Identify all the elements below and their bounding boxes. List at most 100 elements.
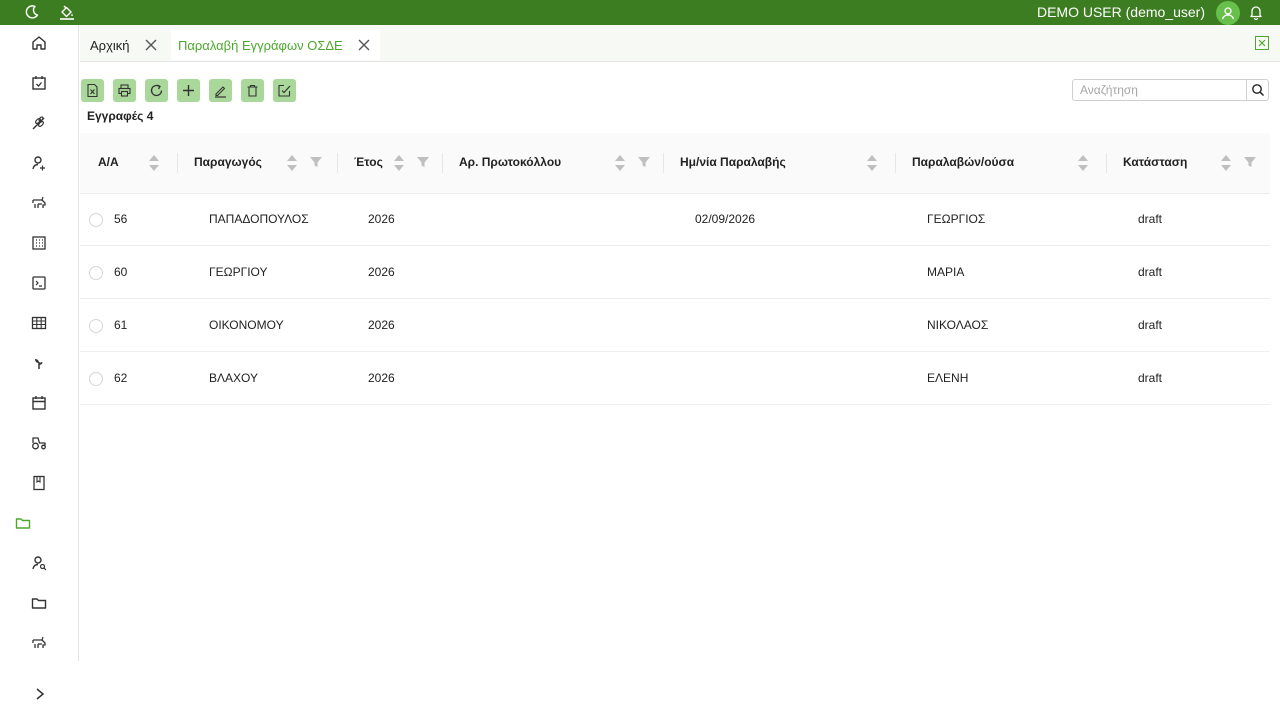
- column-header-aa[interactable]: Α/Α: [80, 133, 178, 194]
- export-excel-button[interactable]: [81, 79, 104, 102]
- cell-aa: 56: [114, 212, 128, 226]
- sidebar-item-user[interactable]: [24, 151, 54, 175]
- sidebar-item-building[interactable]: [24, 231, 54, 255]
- tab-bar: Αρχική Παραλαβή Εγγράφων ΟΣΔΕ: [80, 25, 1280, 62]
- sidebar-item-tractor[interactable]: [24, 431, 54, 455]
- column-header-year[interactable]: Έτος: [338, 133, 443, 194]
- terminal-icon: [32, 276, 46, 290]
- edit-icon: [215, 86, 226, 98]
- confirm-edit-button[interactable]: [273, 79, 296, 102]
- row-select-radio[interactable]: [89, 266, 103, 280]
- close-icon[interactable]: [144, 38, 158, 52]
- sidebar-item-home[interactable]: [24, 31, 54, 55]
- column-label: Παραλαβών/ούσα: [912, 155, 1015, 169]
- filter-icon[interactable]: [637, 155, 651, 169]
- column-header-status[interactable]: Κατάσταση: [1107, 133, 1270, 194]
- cell-recipient: ΕΛΕΝΗ: [927, 371, 969, 385]
- folder-icon: [15, 518, 31, 529]
- sidebar-item-calendar[interactable]: [24, 391, 54, 415]
- sidebar-expand-button[interactable]: [28, 683, 52, 705]
- tab-document-receipt[interactable]: Παραλαβή Εγγράφων ΟΣΔΕ: [171, 30, 380, 60]
- sidebar-item-animal-2[interactable]: [24, 631, 54, 655]
- add-icon: [183, 85, 194, 96]
- close-icon[interactable]: [357, 38, 371, 52]
- animal-icon: [32, 196, 46, 208]
- sidebar-item-plant[interactable]: [24, 351, 54, 375]
- search-icon: [1251, 84, 1264, 97]
- sidebar-item-animal[interactable]: [24, 191, 54, 215]
- sidebar: [0, 25, 79, 661]
- sidebar-item-table[interactable]: [24, 311, 54, 335]
- sidebar-item-folder-active[interactable]: [8, 511, 38, 535]
- sort-icon[interactable]: [614, 152, 626, 174]
- filter-icon[interactable]: [416, 155, 430, 169]
- search-button[interactable]: [1246, 80, 1268, 100]
- column-label: Ημ/νία Παραλαβής: [680, 155, 786, 169]
- print-button[interactable]: [113, 79, 136, 102]
- close-all-tabs-button[interactable]: [1255, 36, 1269, 50]
- sort-icon[interactable]: [866, 152, 878, 174]
- cell-year: 2026: [368, 265, 395, 279]
- filter-icon[interactable]: [309, 155, 323, 169]
- bell-icon[interactable]: [1247, 3, 1265, 21]
- table-row[interactable]: 61 ΟΙΚΟΝΟΜΟΥ 2026 ΝΙΚΟΛΑΟΣ draft: [80, 299, 1270, 352]
- tab-home[interactable]: Αρχική: [90, 30, 158, 60]
- sidebar-item-wheat[interactable]: [24, 111, 54, 135]
- cell-producer: ΒΛΑΧΟΥ: [209, 371, 258, 385]
- table-icon: [31, 316, 47, 330]
- sort-icon[interactable]: [1077, 152, 1089, 174]
- row-select-radio[interactable]: [89, 319, 103, 333]
- cell-status: draft: [1138, 212, 1163, 226]
- column-header-producer[interactable]: Παραγωγός: [178, 133, 338, 194]
- sort-icon[interactable]: [393, 152, 405, 174]
- plant-icon: [35, 359, 43, 369]
- cell-producer: ΠΑΠΑΔΟΠΟΥΛΟΣ: [209, 212, 309, 226]
- cell-aa: 62: [114, 371, 128, 385]
- filter-icon[interactable]: [1243, 155, 1257, 169]
- sidebar-item-user-search[interactable]: [24, 551, 54, 575]
- cell-recipient: ΝΙΚΟΛΑΟΣ: [927, 318, 989, 332]
- sidebar-item-folder[interactable]: [24, 591, 54, 615]
- row-select-radio[interactable]: [89, 213, 103, 227]
- tractor-icon: [32, 437, 46, 450]
- sort-icon[interactable]: [286, 152, 298, 174]
- row-select-radio[interactable]: [89, 372, 103, 386]
- column-label: Α/Α: [98, 155, 119, 169]
- delete-button[interactable]: [241, 79, 264, 102]
- edit-button[interactable]: [209, 79, 232, 102]
- cell-status: draft: [1138, 265, 1163, 279]
- cell-producer: ΓΕΩΡΓΙΟΥ: [209, 265, 268, 279]
- close-icon: [1258, 39, 1266, 47]
- cell-status: draft: [1138, 371, 1163, 385]
- table-row[interactable]: 60 ΓΕΩΡΓΙΟΥ 2026 ΜΑΡΙΑ draft: [80, 246, 1270, 299]
- sidebar-item-terminal[interactable]: [24, 271, 54, 295]
- sort-icon[interactable]: [148, 152, 160, 174]
- moon-icon[interactable]: [23, 3, 41, 21]
- refresh-button[interactable]: [145, 79, 168, 102]
- calendar-check-icon: [32, 76, 46, 90]
- sort-icon[interactable]: [1220, 152, 1232, 174]
- tab-label: Αρχική: [90, 37, 130, 53]
- sidebar-item-book[interactable]: [24, 471, 54, 495]
- table-row[interactable]: 56 ΠΑΠΑΔΟΠΟΥΛΟΣ 2026 02/09/2026 ΓΕΩΡΓΙΟΣ…: [80, 193, 1270, 246]
- book-icon: [33, 475, 45, 491]
- table-row[interactable]: 62 ΒΛΑΧΟΥ 2026 ΕΛΕΝΗ draft: [80, 352, 1270, 405]
- home-icon: [32, 36, 46, 50]
- cell-aa: 61: [114, 318, 128, 332]
- add-button[interactable]: [177, 79, 200, 102]
- wheat-icon: [32, 116, 45, 130]
- paint-bucket-icon[interactable]: [58, 3, 76, 21]
- column-header-recipient[interactable]: Παραλαβών/ούσα: [896, 133, 1107, 194]
- table-header: Α/Α Παραγωγός Έτος Αρ. Πρωτοκόλλου Ημ/νί…: [80, 133, 1270, 194]
- user-icon: [32, 156, 45, 171]
- user-avatar-icon[interactable]: [1216, 1, 1240, 25]
- column-label: Κατάσταση: [1123, 155, 1188, 169]
- sidebar-item-calendar-check[interactable]: [24, 71, 54, 95]
- cell-status: draft: [1138, 318, 1163, 332]
- column-header-protocol-number[interactable]: Αρ. Πρωτοκόλλου: [443, 133, 664, 194]
- cell-receipt-date: 02/09/2026: [695, 212, 756, 226]
- column-header-receipt-date[interactable]: Ημ/νία Παραλαβής: [664, 133, 896, 194]
- calendar-icon: [32, 396, 46, 410]
- user-name-label[interactable]: DEMO USER (demo_user): [1037, 4, 1205, 21]
- search-input[interactable]: [1073, 80, 1247, 100]
